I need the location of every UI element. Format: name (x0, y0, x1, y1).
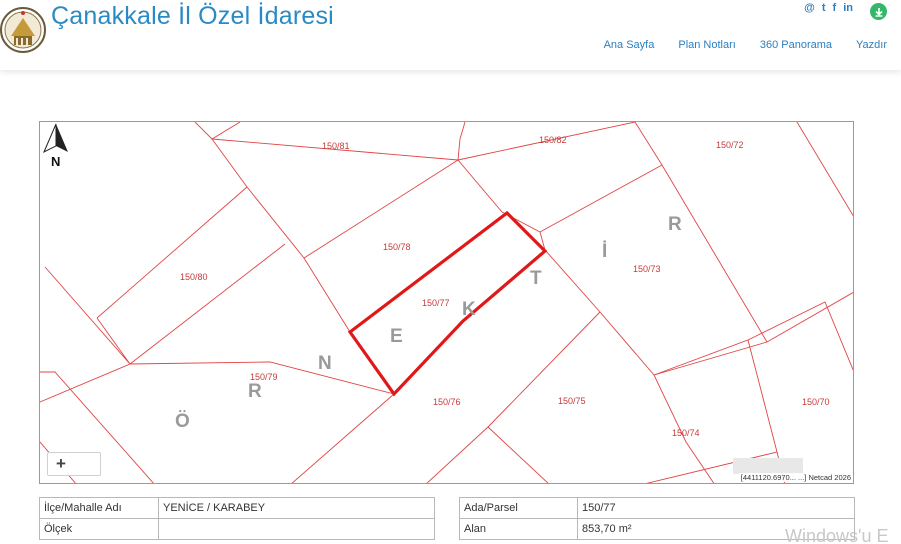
watermark-letter: R (668, 214, 682, 235)
watermark-letter: E (390, 326, 403, 347)
social-links: @ t f in (804, 2, 853, 14)
coordinate-readout: [4411120.6970... ...] Netcad 2026 (738, 473, 853, 482)
zoom-in-button[interactable]: + (47, 452, 101, 476)
site-title: Çanakkale İl Özel İdaresi (51, 2, 334, 30)
redacted-area (733, 458, 803, 474)
linkedin-icon[interactable]: in (843, 2, 853, 14)
watermark-letter: T (530, 268, 542, 289)
sample-watermark: Ö R N E K T İ R (175, 214, 682, 432)
parcel-label: 150/73 (633, 264, 661, 274)
north-arrow-icon: N (43, 123, 68, 168)
scale-label: Ölçek (39, 518, 159, 540)
table-row: İlçe/Mahalle Adı YENİCE / KARABEY (39, 497, 435, 519)
email-icon[interactable]: @ (804, 2, 815, 14)
location-info-table: İlçe/Mahalle Adı YENİCE / KARABEY Ölçek (39, 497, 435, 540)
facebook-icon[interactable]: f (833, 2, 837, 14)
watermark-letter: Ö (175, 411, 190, 432)
watermark-letter: R (248, 381, 262, 402)
download-button[interactable] (870, 3, 887, 20)
twitter-icon[interactable]: t (822, 2, 826, 14)
site-header: Çanakkale İl Özel İdaresi @ t f in Ana S… (0, 0, 901, 70)
north-label: N (51, 154, 60, 168)
parcel-label: 150/78 (383, 242, 411, 252)
institution-logo-icon (0, 7, 46, 53)
main-nav: Ana Sayfa Plan Notları 360 Panorama Yazd… (604, 39, 887, 51)
parcel-label: 150/76 (433, 397, 461, 407)
watermark-letter: N (318, 353, 332, 374)
watermark-letter: İ (602, 241, 607, 262)
parcel-label: 150/74 (672, 428, 700, 438)
download-icon (874, 7, 883, 17)
nav-print[interactable]: Yazdır (856, 39, 887, 51)
district-label: İlçe/Mahalle Adı (39, 497, 159, 519)
parcel-label: 150/70 (802, 397, 830, 407)
parcel-map[interactable]: 150/81 150/82 150/72 150/78 150/80 150/7… (39, 121, 854, 484)
parcel-label: 150/77 (422, 298, 450, 308)
district-value: YENİCE / KARABEY (158, 497, 435, 519)
nav-plan-notes[interactable]: Plan Notları (678, 39, 735, 51)
scale-value (158, 518, 435, 540)
parcel-label: 150/82 (539, 135, 567, 145)
parcel-label: 150/80 (180, 272, 208, 282)
parcel-value: 150/77 (577, 497, 855, 519)
parcel-label: 150/75 (558, 396, 586, 406)
watermark-letter: K (462, 299, 476, 320)
table-row: Ölçek (39, 518, 435, 540)
parcel-label: 150/81 (322, 141, 350, 151)
os-activation-watermark: Windows'u E (785, 526, 889, 544)
nav-360-panorama[interactable]: 360 Panorama (760, 39, 832, 51)
page: Çanakkale İl Özel İdaresi @ t f in Ana S… (0, 0, 901, 544)
area-label: Alan (459, 518, 578, 540)
nav-home[interactable]: Ana Sayfa (604, 39, 655, 51)
parcel-label: 150/72 (716, 140, 744, 150)
parcel-lines: 150/81 150/82 150/72 150/78 150/80 150/7… (40, 122, 853, 483)
parcel-label-cell: Ada/Parsel (459, 497, 578, 519)
table-row: Ada/Parsel 150/77 (459, 497, 855, 519)
